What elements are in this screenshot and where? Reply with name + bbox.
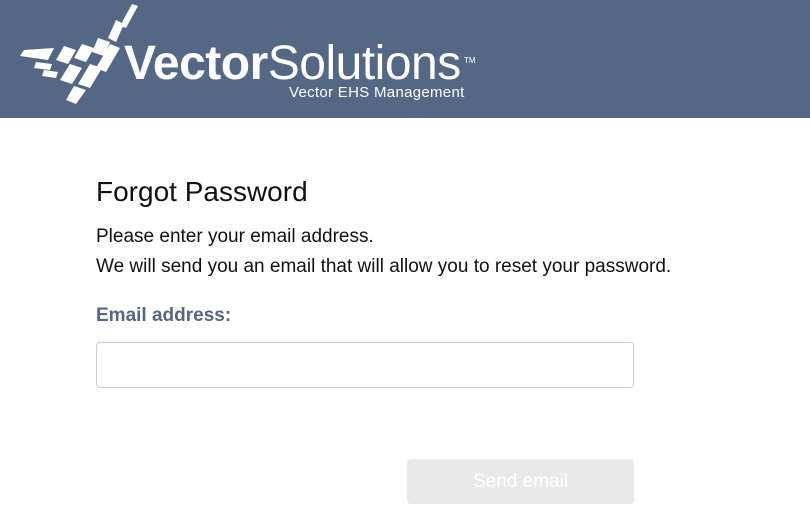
page-title: Forgot Password: [96, 176, 308, 207]
vector-solutions-logo-mark-icon: [20, 4, 138, 104]
instructions: Please enter your email address. We will…: [96, 222, 776, 282]
forgot-password-panel: Forgot Password Please enter your email …: [96, 172, 776, 282]
vector-solutions-logo: VectorSolutions TM Vector EHS Management: [20, 4, 490, 112]
instruction-line-2: We will send you an email that will allo…: [96, 256, 672, 277]
logo-brand-bold: Vector: [124, 37, 268, 90]
instruction-line-1: Please enter your email address.: [96, 226, 374, 247]
send-email-button[interactable]: Send email: [407, 459, 634, 504]
email-label: Email address:: [96, 305, 232, 326]
logo-wordmark: VectorSolutions: [124, 38, 461, 90]
logo-subtitle: Vector EHS Management: [289, 84, 465, 101]
logo-brand-light: Solutions: [267, 37, 461, 90]
site-header: VectorSolutions TM Vector EHS Management: [0, 0, 810, 118]
email-field[interactable]: [96, 342, 634, 388]
logo-trademark: TM: [464, 56, 476, 65]
